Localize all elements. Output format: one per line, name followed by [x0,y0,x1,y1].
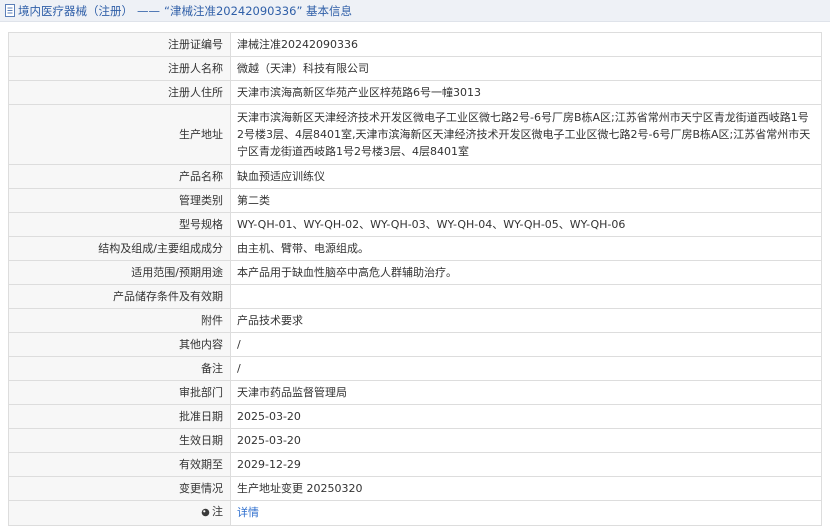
row-value: 缺血预适应训练仪 [230,164,822,189]
table-row: 产品名称 缺血预适应训练仪 [8,164,822,189]
row-value: 产品技术要求 [230,308,822,333]
table-row: 审批部门 天津市药品监督管理局 [8,380,822,405]
row-value: / [230,332,822,357]
row-label: 生效日期 [8,428,231,453]
row-value: 生产地址变更 20250320 [230,476,822,501]
row-label: 管理类别 [8,188,231,213]
row-value: 第二类 [230,188,822,213]
pin-icon [201,508,210,517]
row-label: 变更情况 [8,476,231,501]
table-row: 有效期至 2029-12-29 [8,452,822,477]
row-value: 天津市滨海新区天津经济技术开发区微电子工业区微七路2号-6号厂房B栋A区;江苏省… [230,104,822,165]
table-row: 批准日期 2025-03-20 [8,404,822,429]
table-row: 注册人住所 天津市滨海高新区华苑产业区梓苑路6号一幢3013 [8,80,822,105]
row-label: 附件 [8,308,231,333]
row-value: 本产品用于缺血性脑卒中高危人群辅助治疗。 [230,260,822,285]
table-row: 生产地址 天津市滨海新区天津经济技术开发区微电子工业区微七路2号-6号厂房B栋A… [8,104,822,165]
document-icon [5,4,16,17]
row-label: 注册人名称 [8,56,231,81]
note-row: 注 详情 [8,500,822,526]
breadcrumb-category: 境内医疗器械（注册） [18,3,133,18]
row-label: 有效期至 [8,452,231,477]
row-label: 适用范围/预期用途 [8,260,231,285]
row-value: / [230,356,822,381]
note-label: 注 [212,505,223,518]
row-value: 天津市药品监督管理局 [230,380,822,405]
table-row: 附件 产品技术要求 [8,308,822,333]
row-label: 产品名称 [8,164,231,189]
row-label: 型号规格 [8,212,231,237]
table-row: 适用范围/预期用途 本产品用于缺血性脑卒中高危人群辅助治疗。 [8,260,822,285]
table-row: 备注 / [8,356,822,381]
row-label: 注册证编号 [8,32,231,57]
row-value: WY-QH-01、WY-QH-02、WY-QH-03、WY-QH-04、WY-Q… [230,212,822,237]
table-row: 生效日期 2025-03-20 [8,428,822,453]
details-link[interactable]: 详情 [237,506,259,519]
row-label: 其他内容 [8,332,231,357]
row-value: 津械注准20242090336 [230,32,822,57]
note-value: 详情 [230,500,822,526]
row-value: 由主机、臂带、电源组成。 [230,236,822,261]
row-label: 产品储存条件及有效期 [8,284,231,309]
table-row: 注册证编号 津械注准20242090336 [8,32,822,57]
breadcrumb-separator: —— [137,3,160,18]
row-value: 微越（天津）科技有限公司 [230,56,822,81]
table-row: 型号规格 WY-QH-01、WY-QH-02、WY-QH-03、WY-QH-04… [8,212,822,237]
row-label: 注册人住所 [8,80,231,105]
record-title: “津械注准20242090336” 基本信息 [164,3,353,18]
table-row: 注册人名称 微越（天津）科技有限公司 [8,56,822,81]
table-row: 结构及组成/主要组成成分 由主机、臂带、电源组成。 [8,236,822,261]
table-row: 其他内容 / [8,332,822,357]
row-label: 审批部门 [8,380,231,405]
table-row: 产品储存条件及有效期 [8,284,822,309]
table-row: 管理类别 第二类 [8,188,822,213]
row-value: 2029-12-29 [230,452,822,477]
row-label: 备注 [8,356,231,381]
page-header: 境内医疗器械（注册） —— “津械注准20242090336” 基本信息 [0,0,830,22]
row-value: 2025-03-20 [230,428,822,453]
row-value: 2025-03-20 [230,404,822,429]
row-label: 批准日期 [8,404,231,429]
row-value: 天津市滨海高新区华苑产业区梓苑路6号一幢3013 [230,80,822,105]
note-label-cell: 注 [8,500,231,526]
info-table: 注册证编号 津械注准20242090336 注册人名称 微越（天津）科技有限公司… [8,32,822,526]
row-label: 结构及组成/主要组成成分 [8,236,231,261]
table-row: 变更情况 生产地址变更 20250320 [8,476,822,501]
row-value [230,284,822,309]
row-label: 生产地址 [8,104,231,165]
